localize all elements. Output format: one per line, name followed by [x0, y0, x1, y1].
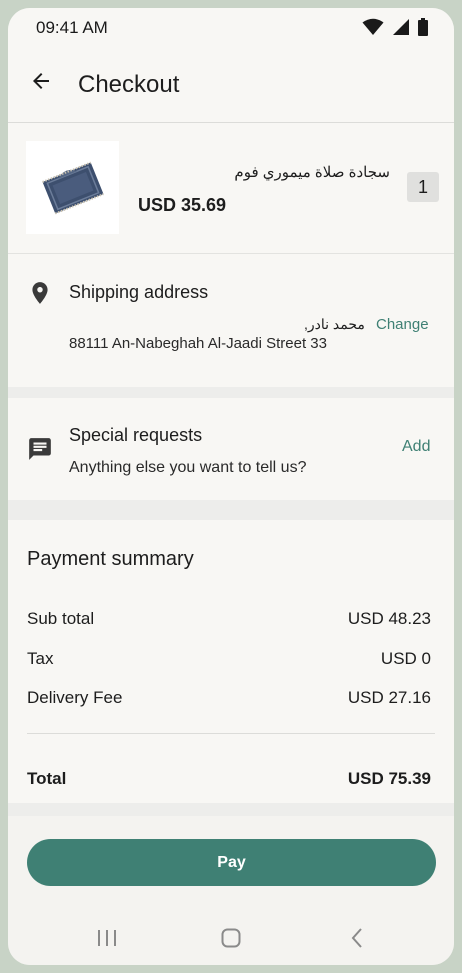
quantity-badge: 1 — [407, 172, 439, 202]
chevron-left-icon — [349, 927, 365, 954]
battery-icon — [418, 18, 428, 41]
status-icons — [362, 18, 428, 41]
recipient-name: محمد نادر, — [304, 316, 365, 332]
location-pin-icon — [27, 280, 53, 311]
recent-apps-button[interactable] — [92, 925, 122, 955]
recent-apps-icon — [96, 928, 118, 953]
delivery-fee-label: Delivery Fee — [27, 688, 123, 707]
cart-item: سجادة صلاة ميموري فوم USD 35.69 1 — [8, 123, 454, 253]
shipping-label: Shipping address — [69, 282, 209, 302]
subtotal-label: Sub total — [27, 609, 95, 628]
tax-label: Tax — [27, 649, 54, 668]
tax-value: USD 0 — [380, 649, 431, 668]
prayer-rug-image — [41, 161, 104, 214]
app-bar: Checkout — [8, 48, 454, 122]
total-label: Total — [27, 769, 67, 788]
divider — [27, 733, 435, 734]
home-icon — [220, 927, 242, 954]
payment-summary: Payment summary Sub total USD 48.23 Tax … — [8, 520, 454, 803]
page-title: Checkout — [78, 71, 180, 98]
payment-summary-heading: Payment summary — [27, 548, 194, 570]
product-thumbnail — [26, 141, 119, 234]
delivery-fee-value: USD 27.16 — [347, 688, 431, 707]
status-bar: 09:41 AM — [8, 8, 454, 48]
pay-button[interactable]: Pay — [27, 839, 436, 886]
phone-screen: 09:41 AM Checkout سجادة صلاة ميموري فوم … — [8, 8, 454, 965]
special-requests-hint: Anything else you want to tell us? — [69, 459, 307, 476]
wifi-icon — [362, 18, 384, 41]
system-nav-bar — [8, 913, 454, 965]
back-button[interactable] — [26, 68, 56, 98]
status-time: 09:41 AM — [36, 18, 108, 37]
special-requests-section[interactable]: Special requests Anything else you want … — [8, 398, 454, 500]
total-value: USD 75.39 — [347, 769, 431, 788]
product-name: سجادة صلاة ميموري فوم — [234, 164, 390, 181]
message-icon — [27, 436, 53, 467]
change-address-button[interactable]: Change — [376, 316, 429, 333]
product-price: USD 35.69 — [138, 195, 227, 215]
special-requests-label: Special requests — [69, 425, 203, 445]
shipping-address: 88111 An-Nabeghah Al-Jaadi Street 33 — [69, 335, 327, 352]
add-request-button[interactable]: Add — [402, 438, 430, 456]
home-button[interactable] — [216, 925, 246, 955]
shipping-section: Shipping address محمد نادر, Change 88111… — [8, 254, 454, 387]
subtotal-value: USD 48.23 — [347, 609, 431, 628]
system-back-button[interactable] — [342, 925, 372, 955]
signal-icon — [392, 18, 410, 41]
arrow-left-icon — [29, 69, 53, 98]
